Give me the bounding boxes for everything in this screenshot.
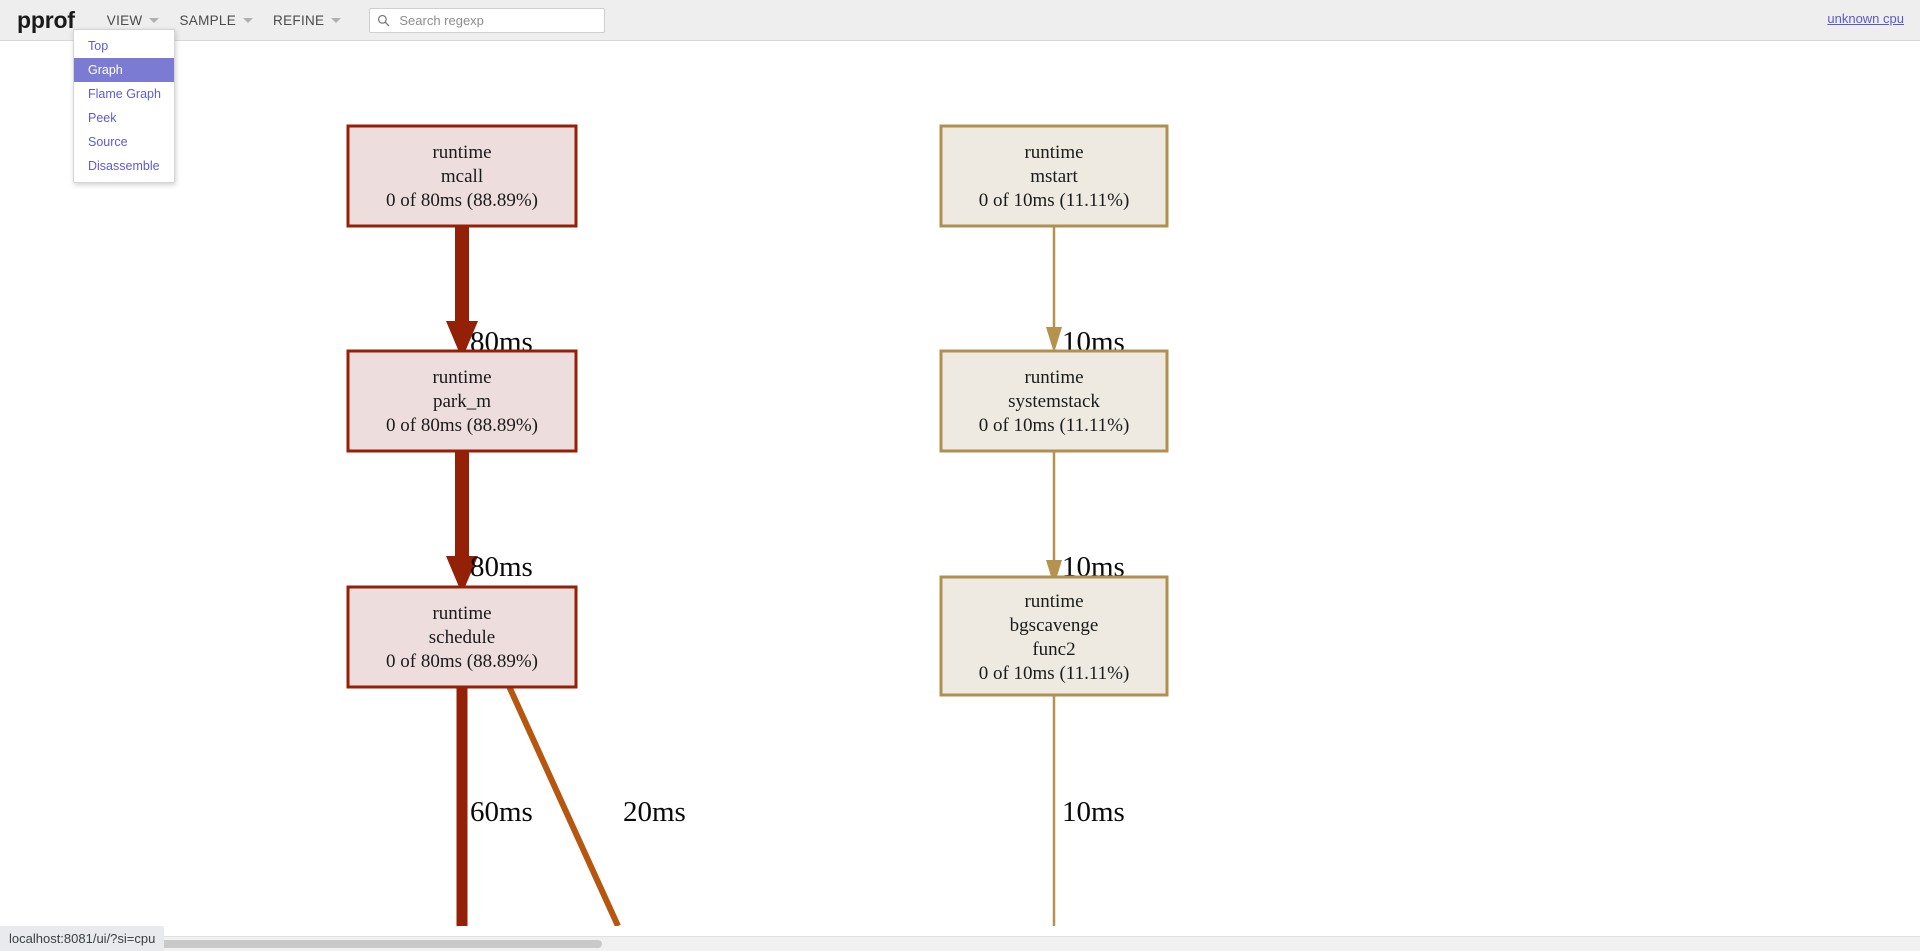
pprof-window: pprof VIEW SAMPLE REFINE unknown cpu <box>0 0 1920 951</box>
edge-label-park_m-schedule: 80ms <box>470 551 533 583</box>
node-mstart-stat: 0 of 10ms (11.11%) <box>979 190 1130 211</box>
graph-nodes: runtime mcall 0 of 80ms (88.89%) runtime… <box>346 124 1169 697</box>
node-mstart-package: runtime <box>1024 142 1083 163</box>
node-mstart-func: mstart <box>1030 166 1078 187</box>
menu-item-top[interactable]: Top <box>74 34 174 58</box>
edge-label-schedule-20ms: 20ms <box>623 796 686 828</box>
search-box[interactable] <box>369 7 606 33</box>
chevron-down-icon <box>149 17 160 23</box>
edge-label-bgscavenge-10ms: 10ms <box>1062 796 1125 828</box>
node-mcall-package: runtime <box>432 142 491 163</box>
menu-refine[interactable]: REFINE <box>263 0 351 41</box>
menu-sample[interactable]: SAMPLE <box>169 0 263 41</box>
node-mcall-stat: 0 of 80ms (88.89%) <box>386 190 538 211</box>
search-input[interactable] <box>397 11 592 29</box>
chevron-down-icon <box>243 17 254 23</box>
menu-item-peek[interactable]: Peek <box>74 106 174 130</box>
menu-item-source[interactable]: Source <box>74 130 174 154</box>
node-schedule-stat: 0 of 80ms (88.89%) <box>386 651 538 672</box>
menu-sample-label: SAMPLE <box>179 12 237 28</box>
node-systemstack-func: systemstack <box>1008 391 1100 412</box>
node-systemstack-stat: 0 of 10ms (11.11%) <box>979 415 1130 436</box>
node-park_m[interactable]: runtime park_m 0 of 80ms (88.89%) <box>346 349 578 453</box>
menu-item-flame-graph[interactable]: Flame Graph <box>74 82 174 106</box>
node-bgscavenge-stat: 0 of 10ms (11.11%) <box>979 663 1130 684</box>
sample-type-link[interactable]: unknown cpu <box>1827 11 1904 26</box>
search-icon <box>378 14 390 26</box>
node-mcall-func: mcall <box>441 166 483 187</box>
node-systemstack-package: runtime <box>1024 367 1083 388</box>
node-mstart[interactable]: runtime mstart 0 of 10ms (11.11%) <box>939 124 1169 228</box>
menu-view-label: VIEW <box>106 12 143 28</box>
node-park_m-stat: 0 of 80ms (88.89%) <box>386 415 538 436</box>
node-schedule-package: runtime <box>432 603 491 624</box>
menu-item-disassemble[interactable]: Disassemble <box>74 154 174 178</box>
edge-systemstack-bgscavenge[interactable] <box>1046 451 1062 586</box>
node-bgscavenge-func2: func2 <box>1032 639 1075 660</box>
node-schedule-func: schedule <box>429 627 495 648</box>
node-park_m-package: runtime <box>432 367 491 388</box>
horizontal-scrollbar[interactable] <box>0 936 1920 951</box>
node-bgscavenge[interactable]: runtime bgscavenge func2 0 of 10ms (11.1… <box>939 575 1169 697</box>
status-bar-url: localhost:8081/ui/?si=cpu <box>0 926 165 951</box>
node-mcall[interactable]: runtime mcall 0 of 80ms (88.89%) <box>346 124 578 228</box>
call-graph-canvas[interactable]: 80ms 10ms 80ms 10ms 60ms 20ms 10ms runti… <box>0 41 1920 926</box>
node-park_m-func: park_m <box>433 391 491 412</box>
call-graph-svg: 80ms 10ms 80ms 10ms 60ms 20ms 10ms runti… <box>346 124 1169 926</box>
node-schedule[interactable]: runtime schedule 0 of 80ms (88.89%) <box>346 585 578 689</box>
view-dropdown-menu: Top Graph Flame Graph Peek Source Disass… <box>73 29 175 183</box>
menu-item-graph[interactable]: Graph <box>74 58 174 82</box>
node-systemstack[interactable]: runtime systemstack 0 of 10ms (11.11%) <box>939 349 1169 453</box>
toolbar: pprof VIEW SAMPLE REFINE unknown cpu <box>0 0 1920 41</box>
edge-mstart-systemstack[interactable] <box>1046 226 1062 353</box>
edge-label-schedule-60ms: 60ms <box>470 796 533 828</box>
menu-refine-label: REFINE <box>273 12 325 28</box>
node-bgscavenge-func: bgscavenge <box>1010 615 1099 636</box>
app-logo: pprof <box>17 6 75 33</box>
node-bgscavenge-package: runtime <box>1024 591 1083 612</box>
chevron-down-icon <box>331 17 342 23</box>
